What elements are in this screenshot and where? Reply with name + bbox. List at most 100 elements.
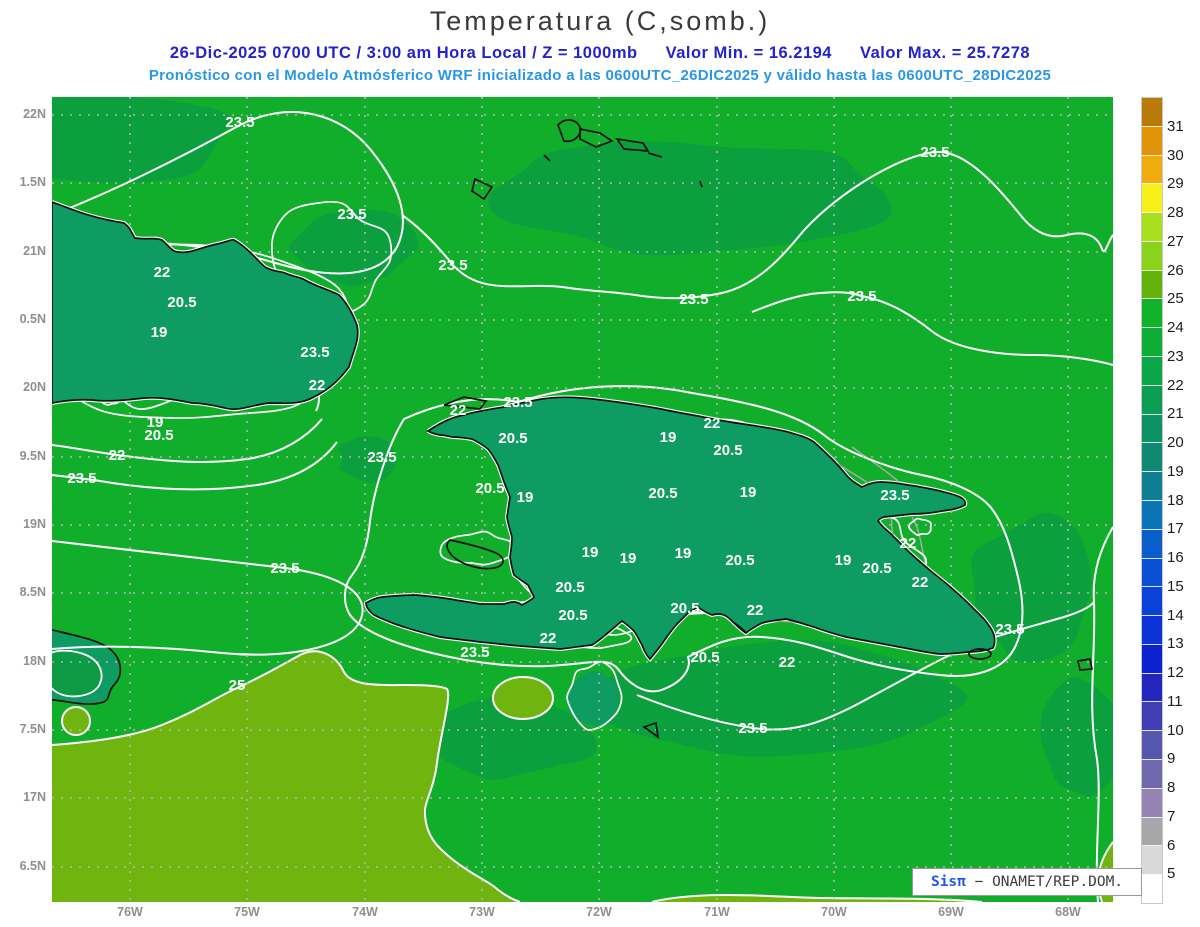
colorbar-block: [1142, 155, 1162, 185]
contour-label: 20.5: [713, 442, 742, 459]
colorbar-number: 16: [1167, 549, 1184, 566]
contour-label: 22: [450, 402, 467, 419]
colorbar-number: 14: [1167, 606, 1184, 624]
colorbar-number: 30: [1167, 146, 1184, 164]
colorbar-number: 11: [1167, 692, 1183, 710]
lon-label: 68W: [1055, 905, 1081, 919]
contour-label: 20.5: [555, 579, 584, 596]
colorbar-block: [1142, 414, 1162, 444]
lat-label: 6.5N: [19, 859, 46, 873]
contour-label: 23.5: [738, 720, 767, 737]
contour-label: 22: [540, 630, 557, 647]
colorbar-number: 25: [1167, 290, 1184, 308]
colorbar-block: [1142, 241, 1162, 271]
colorbar-block: [1142, 500, 1162, 530]
colorbar-block: [1142, 357, 1162, 386]
contour-label: 22: [704, 415, 721, 432]
contour-label: 23.5: [270, 560, 299, 577]
sispi-logo: Sisπ: [930, 874, 966, 890]
colorbar-number: 21: [1167, 405, 1184, 423]
contour-label: 22: [309, 377, 326, 394]
lon-label: 72W: [586, 905, 612, 919]
lat-label: 18N: [23, 654, 46, 668]
contour-label: 23.5: [438, 257, 467, 274]
colorbar-block: [1142, 443, 1162, 473]
contour-label: 23.5: [337, 206, 366, 223]
lon-label: 69W: [938, 905, 964, 919]
min-value-text: Valor Min. = 16.2194: [665, 44, 832, 62]
contour-label: 23.5: [995, 621, 1024, 638]
lon-label: 70W: [821, 905, 847, 919]
contour-label: 23.5: [679, 291, 708, 308]
contour-label: 22: [900, 535, 917, 552]
temperature-colorbar: [1141, 97, 1163, 904]
contour-label: 20.5: [498, 430, 527, 447]
colorbar-block: [1142, 472, 1162, 501]
lon-label: 74W: [352, 905, 378, 919]
contour-label: 25: [229, 677, 246, 694]
contour-label: 23.5: [225, 114, 254, 131]
lat-label: 17N: [23, 790, 46, 804]
colorbar-block: [1142, 817, 1162, 847]
contour-label: 22: [912, 574, 929, 591]
colorbar-number: 13: [1167, 635, 1184, 653]
weather-map-screenshot: Temperatura (C,somb.) 26-Dic-2025 0700 U…: [0, 0, 1200, 927]
datetime-text: 26-Dic-2025 0700 UTC / 3:00 am Hora Loca…: [169, 44, 638, 62]
contour-label: 20.5: [144, 427, 173, 444]
contour-label: 20.5: [558, 607, 587, 624]
credit-text: − ONAMET/REP.DOM.: [965, 874, 1124, 890]
colorbar-block: [1142, 213, 1162, 242]
contour-label: 23.5: [920, 144, 949, 161]
colorbar-number: 5: [1167, 865, 1176, 883]
lat-label: 8.5N: [19, 585, 46, 599]
colorbar-block: [1142, 644, 1162, 674]
lat-label: 1.5N: [19, 175, 46, 189]
colorbar-block: [1142, 616, 1162, 645]
colorbar-number: 31: [1167, 117, 1184, 135]
lon-label: 71W: [704, 905, 730, 919]
model-info-line: Pronóstico con el Modelo Atmósferico WRF…: [148, 67, 1052, 84]
contour-label: 19: [660, 429, 677, 446]
colorbar-number: 22: [1167, 376, 1184, 394]
colorbar-number: 15: [1167, 577, 1184, 595]
colorbar-block: [1142, 385, 1162, 415]
colorbar-block: [1142, 98, 1162, 127]
credit-box: Sisπ − ONAMET/REP.DOM.: [912, 868, 1142, 896]
colorbar-block: [1142, 702, 1162, 732]
lat-label: 20N: [23, 380, 46, 394]
contour-label: 20.5: [862, 560, 891, 577]
contour-label: 23.5: [300, 344, 329, 361]
lat-label: 9.5N: [19, 449, 46, 463]
contour-label: 19: [151, 324, 168, 341]
temperature-contour-map: 23.523.523.523.523.5 23.52220.5191920.522…: [0, 92, 1122, 903]
lat-label: 22N: [23, 107, 46, 121]
colorbar-number: 18: [1167, 491, 1184, 509]
lon-label: 76W: [117, 905, 143, 919]
colorbar-number: 23: [1167, 347, 1184, 365]
contour-label: 22: [109, 447, 126, 464]
contour-label: 20.5: [690, 649, 719, 666]
colorbar-number: 24: [1167, 319, 1184, 336]
lat-label: 7.5N: [19, 722, 46, 736]
colorbar-number: 19: [1167, 462, 1184, 480]
colorbar-block: [1142, 846, 1162, 876]
colorbar-block: [1142, 126, 1162, 156]
colorbar-block: [1142, 299, 1162, 329]
colorbar-block: [1142, 184, 1162, 214]
colorbar-number: 10: [1167, 721, 1184, 739]
map-canvas: 23.5 23.5 23.5 23.5 23.5 23.5 22 20.5 19 19 20.5 22…: [0, 92, 1122, 903]
colorbar-number: 6: [1167, 836, 1176, 854]
colorbar-number: 29: [1167, 175, 1184, 193]
colorbar-block: [1142, 759, 1162, 789]
colorbar-block: [1142, 587, 1162, 617]
contour-label: 22: [779, 654, 796, 671]
contour-label: 20.5: [670, 600, 699, 617]
lat-label: 19N: [23, 517, 46, 531]
lat-label: 0.5N: [19, 312, 46, 326]
contour-label: 19: [740, 484, 757, 501]
colorbar-block: [1142, 731, 1162, 760]
contour-label: 20.5: [475, 480, 504, 497]
contour-label: 20.5: [725, 552, 754, 569]
lon-label: 73W: [469, 905, 495, 919]
contour-label: 23.5: [367, 449, 396, 466]
